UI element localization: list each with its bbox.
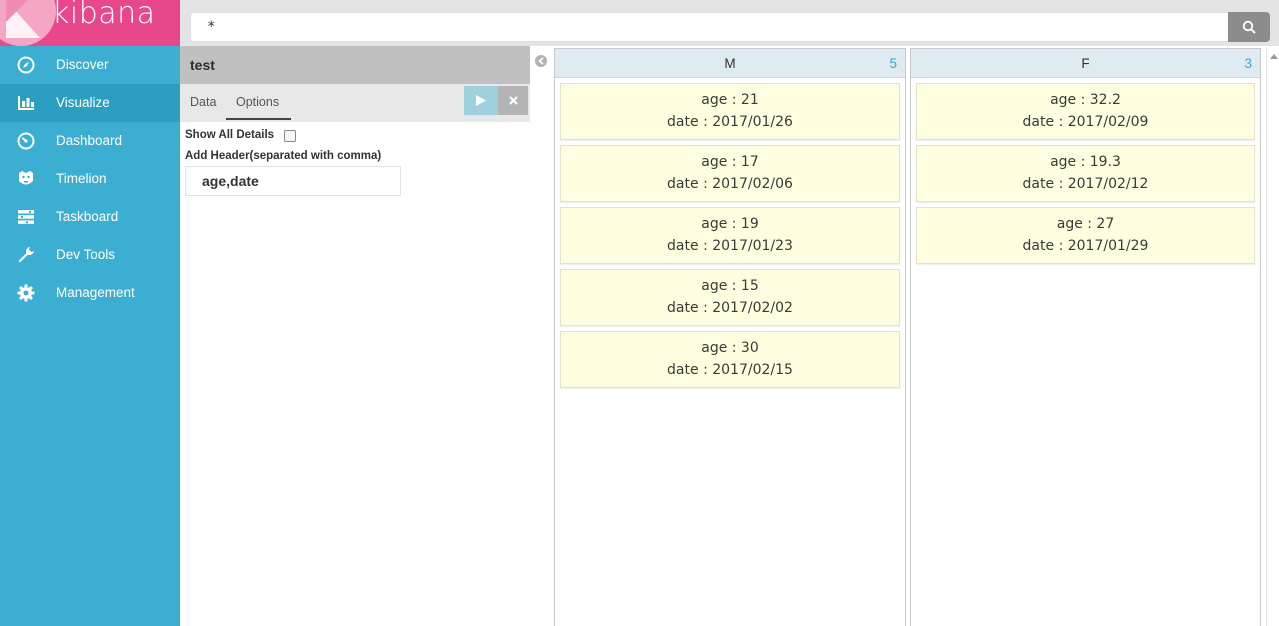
card-date: date : 2017/02/06 — [667, 176, 793, 192]
card[interactable]: age : 15 date : 2017/02/02 — [560, 269, 900, 326]
card-age: age : 30 — [701, 340, 759, 356]
sidebar-item-dev-tools[interactable]: Dev Tools — [0, 236, 180, 274]
column-title: F — [1081, 56, 1090, 71]
card[interactable]: age : 19 date : 2017/01/23 — [560, 207, 900, 264]
add-header-label: Add Header(separated with comma) — [185, 150, 382, 162]
card[interactable]: age : 21 date : 2017/01/26 — [560, 83, 900, 140]
vis-editor-title-bar — [180, 46, 530, 84]
card-date: date : 2017/02/12 — [1022, 176, 1149, 192]
scrollbar[interactable] — [1266, 48, 1279, 626]
card[interactable]: age : 30 date : 2017/02/15 — [560, 331, 900, 388]
search-input[interactable] — [190, 12, 1228, 42]
chevron-left-icon — [538, 57, 544, 65]
column-header: F 3 — [911, 49, 1260, 78]
card[interactable]: age : 32.2 date : 2017/02/09 — [916, 83, 1255, 140]
play-icon — [476, 95, 486, 106]
column-count: 5 — [889, 56, 897, 71]
column-header: M 5 — [555, 49, 905, 78]
search-button[interactable] — [1228, 12, 1270, 42]
kanban-column-f: F 3 age : 32.2 date : 2017/02/09 age : 1… — [910, 48, 1261, 626]
tab-data[interactable]: Data — [190, 95, 216, 109]
sidebar-item-visualize[interactable]: Visualize — [0, 84, 180, 122]
sidebar-item-timelion[interactable]: Timelion — [0, 160, 180, 198]
card-date: date : 2017/01/23 — [667, 238, 793, 254]
apply-changes-button[interactable] — [464, 86, 498, 115]
logo-text: kibana — [52, 0, 156, 31]
sidebar-item-label: Management — [56, 285, 135, 300]
header-fields-input[interactable] — [185, 166, 401, 196]
kanban-column-m: M 5 age : 21 date : 2017/01/26 age : 17 … — [554, 48, 906, 626]
column-title: M — [724, 56, 736, 71]
dashboard-gauge-icon — [17, 132, 35, 150]
active-tab-indicator — [226, 118, 291, 120]
taskboard-icon — [18, 210, 34, 224]
search-icon — [1242, 20, 1256, 34]
show-all-details-label: Show All Details — [185, 129, 275, 141]
sidebar-item-discover[interactable]: Discover — [0, 46, 180, 84]
card-age: age : 17 — [701, 154, 759, 170]
card-date: date : 2017/02/15 — [667, 362, 793, 378]
sidebar-item-label: Taskboard — [56, 209, 119, 224]
logo-triangle-icon — [6, 0, 40, 38]
wrench-icon — [18, 247, 34, 263]
gear-icon — [17, 284, 35, 302]
card-date: date : 2017/01/26 — [667, 114, 793, 130]
bar-chart-icon — [18, 96, 34, 110]
card-date: date : 2017/02/09 — [1022, 114, 1149, 130]
sidebar-item-label: Dashboard — [56, 133, 123, 148]
compass-icon — [17, 56, 35, 74]
sidebar-item-label: Visualize — [56, 95, 110, 110]
kibana-logo[interactable]: kibana — [0, 0, 180, 46]
tab-options[interactable]: Options — [236, 95, 279, 109]
sidebar-item-label: Discover — [56, 57, 109, 72]
discard-changes-button[interactable] — [498, 86, 528, 115]
sidebar: kibana Discover Visualize Dashboard Time… — [0, 0, 180, 626]
collapse-editor-button[interactable] — [535, 55, 547, 67]
card-age: age : 19 — [701, 216, 759, 232]
sidebar-item-label: Timelion — [56, 171, 107, 186]
card-age: age : 32.2 — [1050, 92, 1121, 108]
timelion-icon — [19, 171, 33, 185]
sidebar-item-dashboard[interactable]: Dashboard — [0, 122, 180, 160]
close-icon — [508, 96, 518, 105]
sidebar-item-label: Dev Tools — [56, 247, 116, 262]
card[interactable]: age : 19.3 date : 2017/02/12 — [916, 145, 1255, 202]
column-count: 3 — [1244, 56, 1252, 71]
scroll-up-icon — [1270, 54, 1278, 59]
show-all-details-checkbox[interactable] — [284, 130, 296, 142]
card-age: age : 19.3 — [1050, 154, 1121, 170]
vis-title: test — [190, 57, 215, 73]
sidebar-item-taskboard[interactable]: Taskboard — [0, 198, 180, 236]
card-age: age : 15 — [701, 278, 759, 294]
card-age: age : 21 — [701, 92, 759, 108]
card[interactable]: age : 17 date : 2017/02/06 — [560, 145, 900, 202]
card-age: age : 27 — [1056, 216, 1115, 232]
card-date: date : 2017/01/29 — [1022, 238, 1149, 254]
card[interactable]: age : 27 date : 2017/01/29 — [916, 207, 1255, 264]
card-date: date : 2017/02/02 — [667, 300, 793, 316]
sidebar-item-management[interactable]: Management — [0, 274, 180, 312]
